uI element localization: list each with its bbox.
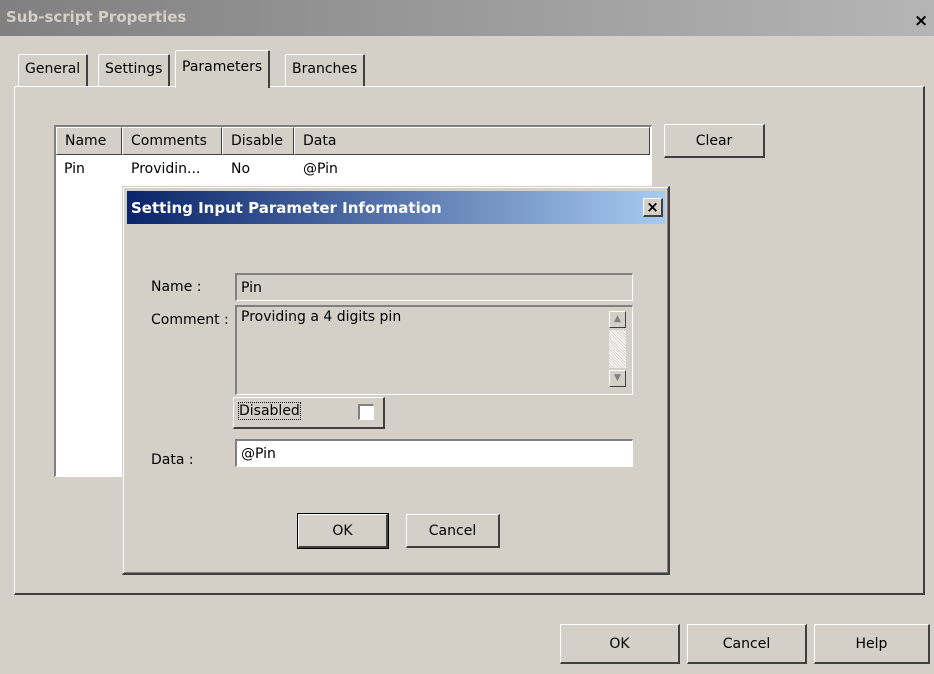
- comment-value: Providing a 4 digits pin: [241, 309, 402, 325]
- window-title: Sub-script Properties: [6, 8, 187, 26]
- disabled-checkbox[interactable]: [358, 404, 374, 420]
- data-label: Data :: [151, 452, 194, 468]
- cell-name: Pin: [64, 161, 85, 177]
- comment-label: Comment :: [151, 312, 229, 328]
- disabled-toggle[interactable]: Disabled: [233, 397, 385, 429]
- dialog-title: Setting Input Parameter Information: [131, 199, 442, 217]
- clear-button[interactable]: Clear: [664, 124, 765, 158]
- help-button[interactable]: Help: [814, 624, 930, 664]
- window-close-icon[interactable]: ×: [914, 12, 934, 32]
- scrollbar-track[interactable]: [609, 330, 626, 368]
- data-input[interactable]: @Pin: [235, 439, 633, 467]
- scroll-down-icon[interactable]: ▼: [609, 370, 626, 387]
- comment-textarea[interactable]: Providing a 4 digits pin ▲ ▼: [235, 305, 633, 395]
- scroll-up-icon[interactable]: ▲: [609, 311, 626, 328]
- dialog-title-bar: Setting Input Parameter Information ×: [127, 191, 665, 224]
- tab-parameters[interactable]: Parameters: [175, 50, 271, 88]
- tab-branches[interactable]: Branches: [285, 54, 366, 86]
- column-header-disable[interactable]: Disable: [222, 127, 294, 155]
- table-row[interactable]: Pin Providin... No @Pin: [56, 156, 650, 182]
- cell-data: @Pin: [303, 161, 338, 177]
- column-header-comments[interactable]: Comments: [122, 127, 222, 155]
- parameter-info-dialog: Setting Input Parameter Information × Na…: [122, 186, 670, 575]
- ok-button[interactable]: OK: [560, 624, 680, 664]
- cancel-button[interactable]: Cancel: [687, 624, 807, 664]
- name-field: Pin: [235, 273, 633, 301]
- disabled-label: Disabled: [238, 402, 301, 420]
- cell-disable: No: [231, 161, 251, 177]
- dialog-close-icon[interactable]: ×: [643, 198, 663, 217]
- tab-settings[interactable]: Settings: [98, 54, 171, 86]
- column-header-data[interactable]: Data: [294, 127, 650, 155]
- data-value: @Pin: [241, 446, 276, 462]
- column-header-name[interactable]: Name: [56, 127, 122, 155]
- cell-comments: Providin...: [131, 161, 201, 177]
- name-value: Pin: [241, 280, 262, 296]
- window-title-bar: Sub-script Properties: [0, 0, 934, 36]
- tab-general[interactable]: General: [18, 54, 89, 86]
- dialog-ok-button[interactable]: OK: [297, 513, 389, 549]
- dialog-cancel-button[interactable]: Cancel: [406, 514, 500, 548]
- name-label: Name :: [151, 279, 202, 295]
